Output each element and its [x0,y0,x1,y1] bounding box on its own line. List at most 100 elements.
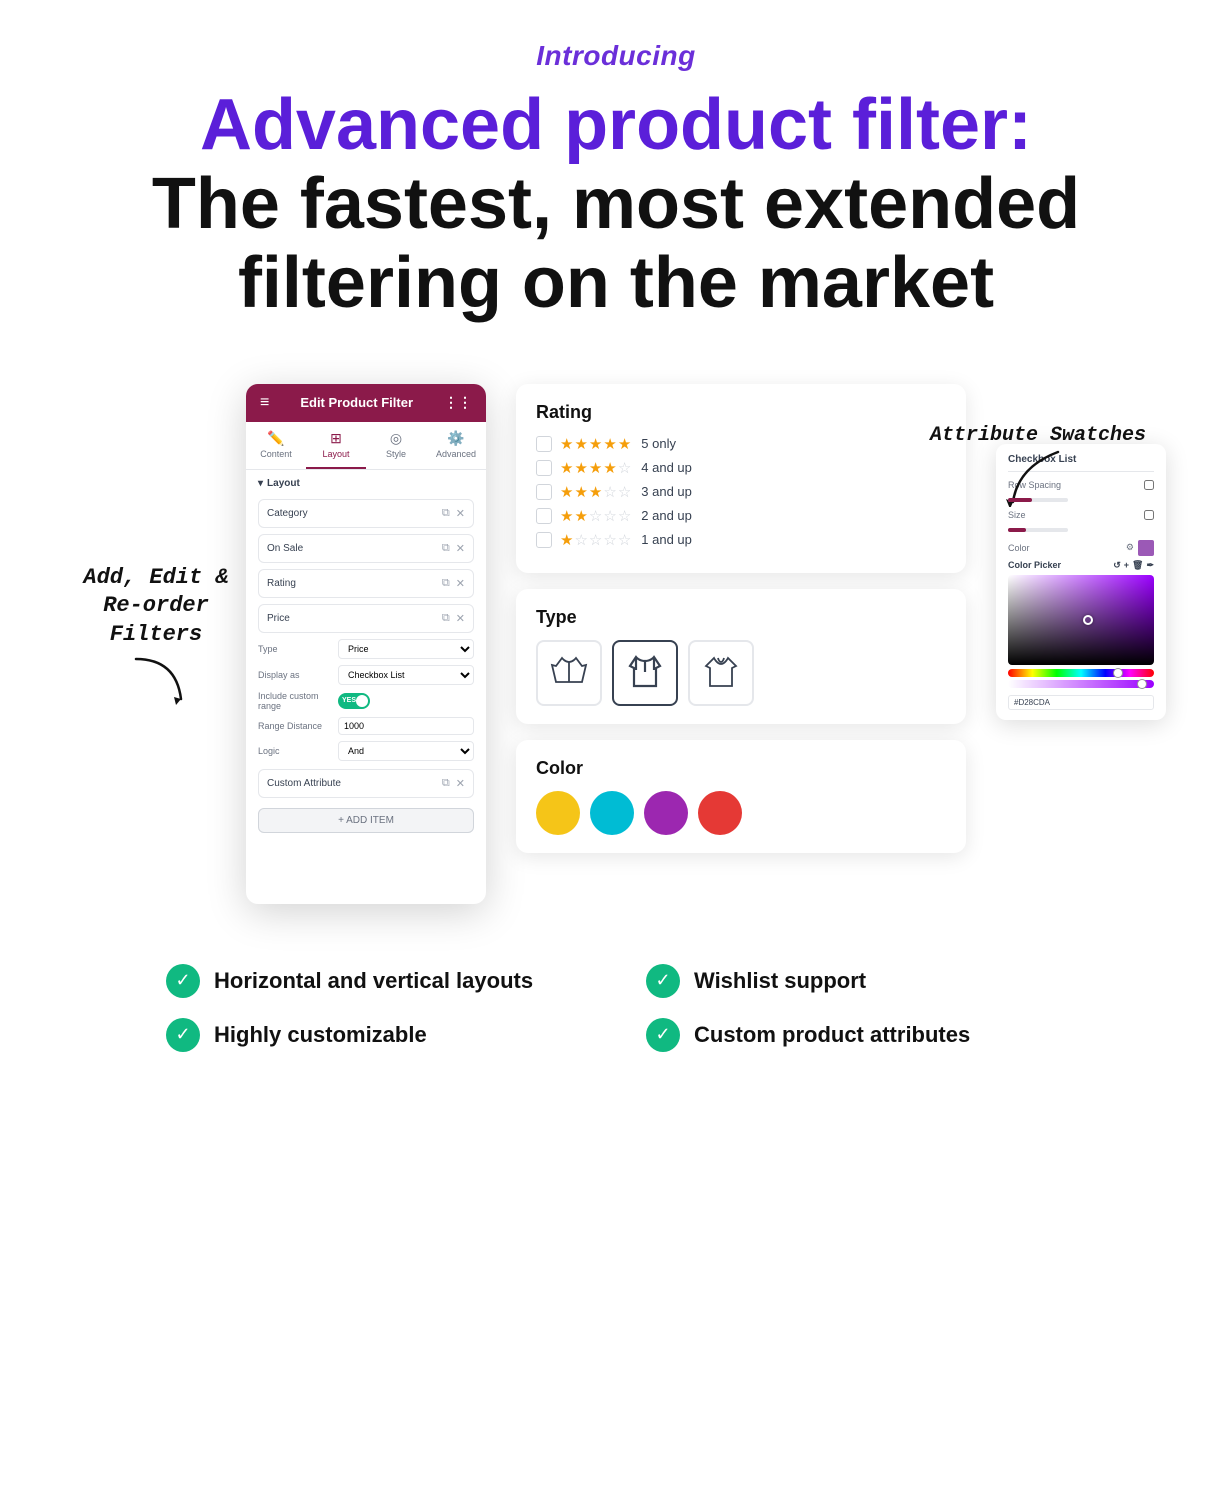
page-wrapper: Introducing Advanced product filter: The… [0,0,1232,1493]
type-select[interactable]: Price [338,639,474,659]
introducing: Introducing [536,40,695,72]
check-icon-customizable: ✓ [166,1018,200,1052]
filter-name-onsale: On Sale [267,543,303,554]
curved-arrow-icon [116,649,196,709]
filter-item-onsale[interactable]: On Sale ⧉ ✕ [258,534,474,563]
hue-slider[interactable] [1008,669,1154,677]
jacket-svg [624,652,666,694]
hue-thumb [1113,668,1123,678]
filter-item-rating[interactable]: Rating ⧉ ✕ [258,569,474,598]
tab-advanced-label: Advanced [436,449,476,459]
trash-icon[interactable]: 🗑 [1132,560,1143,571]
close-icon-custom[interactable]: ✕ [456,777,465,790]
tab-advanced[interactable]: ⚙️ Advanced [426,422,486,469]
close-icon-rating[interactable]: ✕ [456,577,465,590]
swatch-cyan[interactable] [590,791,634,835]
swatch-yellow[interactable] [536,791,580,835]
hoodie-svg [700,652,742,694]
attribute-swatches-label: Attribute Swatches [930,424,1146,447]
copy-icon[interactable]: ⧉ [442,507,450,520]
copy-icon-price[interactable]: ⧉ [442,612,450,625]
rating-checkbox-2[interactable] [536,508,552,524]
panel-tabs: ✏️ Content ⊞ Layout ◎ Style ⚙️ Advanced [246,422,486,470]
copy-icon-onsale[interactable]: ⧉ [442,542,450,555]
feature-text-wishlist: Wishlist support [694,968,866,994]
check-icon-horizontal: ✓ [166,964,200,998]
rating-section: Rating ★ ★ ★ ★ ★ 5 only [516,384,966,573]
settings-icon[interactable]: ⚙ [1126,542,1134,553]
rating-checkbox-3[interactable] [536,484,552,500]
panel-header: ≡ Edit Product Filter ⋮⋮ [246,384,486,422]
rating-checkbox-4[interactable] [536,460,552,476]
type-icon-hoodie[interactable] [688,640,754,706]
ui-showcase: Add, Edit &Re-orderFilters ≡ Edit Produc… [66,384,1166,904]
range-distance-label: Range Distance [258,721,338,731]
color-picker-row-label: Color ⚙ [1008,540,1154,556]
pencil-icon: ✏️ [267,430,284,447]
close-icon[interactable]: ✕ [456,507,465,520]
tab-style[interactable]: ◎ Style [366,422,426,469]
copy-icon-rating[interactable]: ⧉ [442,577,450,590]
feature-text-horizontal: Horizontal and vertical layouts [214,968,533,994]
add-item-button[interactable]: + ADD ITEM [258,808,474,833]
panel-title: Edit Product Filter [300,395,413,410]
close-icon-onsale[interactable]: ✕ [456,542,465,555]
logic-label: Logic [258,746,338,756]
tab-style-label: Style [386,449,406,459]
copy-icon-custom[interactable]: ⧉ [442,777,450,790]
color-picker-area: Color ⚙ Color Picker ↺ + 🗑 ✒ [1008,540,1154,710]
filter-name-custom: Custom Attribute [267,778,341,789]
color-gradient[interactable] [1008,575,1154,665]
range-distance-input[interactable] [338,717,474,735]
hex-color-input[interactable]: #D28CDA [1008,695,1154,710]
filter-item-price[interactable]: Price ⧉ ✕ [258,604,474,633]
swatch-red[interactable] [698,791,742,835]
refresh-icon[interactable]: ↺ [1113,560,1121,571]
filter-icons-custom: ⧉ ✕ [442,777,465,790]
type-section: Type [516,589,966,724]
rating-checkbox-5[interactable] [536,436,552,452]
type-icon-jacket[interactable] [612,640,678,706]
color-swatches [536,791,946,835]
custom-range-label: Include custom range [258,691,338,711]
tab-layout[interactable]: ⊞ Layout [306,422,366,469]
opacity-thumb [1137,679,1147,689]
add-edit-reorder-text: Add, Edit &Re-orderFilters [56,564,256,650]
tab-content-label: Content [260,449,292,459]
size-slider[interactable] [1008,528,1068,532]
headline-black: The fastest, most extended filtering on … [152,164,1080,323]
custom-range-toggle[interactable]: YES [338,693,370,709]
opacity-slider[interactable] [1008,680,1154,688]
tab-content[interactable]: ✏️ Content [246,422,306,469]
chevron-icon: ▾ [258,478,263,489]
filter-icons-rating: ⧉ ✕ [442,577,465,590]
filter-item-category[interactable]: Category ⧉ ✕ [258,499,474,528]
rating-row-4: ★ ★ ★ ★ ☆ 4 and up [536,459,946,477]
logic-select[interactable]: And [338,741,474,761]
star3: ★ [589,435,602,453]
hamburger-icon: ≡ [260,394,269,412]
feature-text-custom-attributes: Custom product attributes [694,1022,970,1048]
color-gradient-dot [1083,615,1093,625]
feature-horizontal: ✓ Horizontal and vertical layouts [166,964,586,998]
plus-icon[interactable]: + [1124,560,1129,571]
rating-row-1: ★ ☆ ☆ ☆ ☆ 1 and up [536,531,946,549]
type-icons [536,640,946,706]
color-picker-title-row: Color Picker ↺ + 🗑 ✒ [1008,560,1154,571]
type-icon-coat[interactable] [536,640,602,706]
color-section: Color [516,740,966,853]
rating-label-5: 5 only [641,436,676,451]
rating-checkbox-1[interactable] [536,532,552,548]
type-label: Type [258,644,338,654]
row-spacing-slider[interactable] [1008,498,1068,502]
swatch-purple[interactable] [644,791,688,835]
rating-row-5: ★ ★ ★ ★ ★ 5 only [536,435,946,453]
display-select[interactable]: Checkbox List [338,665,474,685]
filter-item-custom[interactable]: Custom Attribute ⧉ ✕ [258,769,474,798]
star4: ★ [603,435,616,453]
eyedropper-icon[interactable]: ✒ [1146,560,1154,571]
close-icon-price[interactable]: ✕ [456,612,465,625]
stars-1: ★ ☆ ☆ ☆ ☆ [560,531,631,549]
type-title: Type [536,607,946,628]
filter-panel: ≡ Edit Product Filter ⋮⋮ ✏️ Content ⊞ La… [246,384,486,904]
